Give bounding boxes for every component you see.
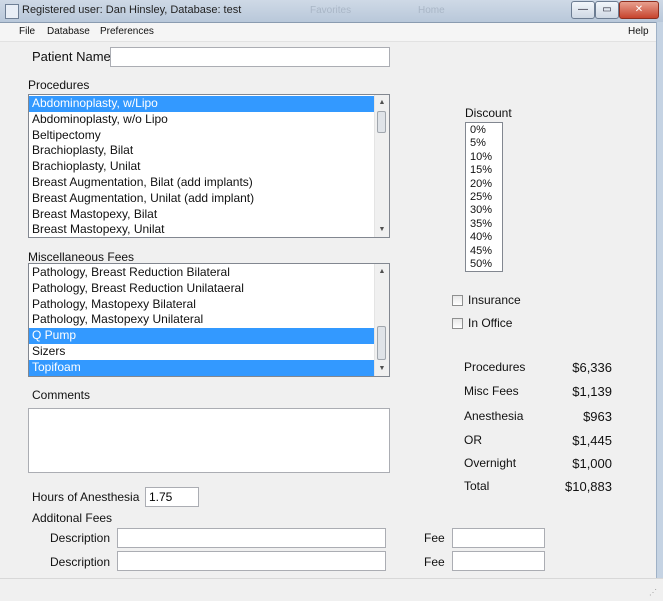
fee-input-2[interactable] bbox=[452, 551, 545, 571]
app-icon bbox=[5, 4, 19, 19]
maximize-button[interactable]: ▭ bbox=[595, 1, 619, 19]
discount-option[interactable]: 50% bbox=[466, 258, 502, 271]
discount-option[interactable]: 40% bbox=[466, 231, 502, 244]
menu-bar: File Database Preferences Help bbox=[0, 23, 663, 42]
total-label: Anesthesia bbox=[464, 409, 524, 423]
total-label: Misc Fees bbox=[464, 384, 519, 398]
description-input-1[interactable] bbox=[117, 528, 386, 548]
scroll-thumb[interactable] bbox=[377, 326, 386, 360]
in-office-label: In Office bbox=[468, 316, 513, 330]
list-item[interactable]: Breast Mastopexy, Unilat bbox=[29, 222, 375, 237]
menu-file[interactable]: File bbox=[19, 26, 35, 37]
status-bar: ⋰ bbox=[0, 578, 663, 601]
discount-option[interactable]: 25% bbox=[466, 191, 502, 204]
list-item[interactable]: Breast Mastopexy, Bilat bbox=[29, 207, 375, 223]
list-item[interactable]: Sizers bbox=[29, 344, 375, 360]
list-item[interactable]: Q Pump bbox=[29, 328, 375, 344]
anesthesia-hours-label: Hours of Anesthesia bbox=[32, 490, 140, 504]
background-tab-favorites: Favorites bbox=[310, 5, 352, 16]
discount-label: Discount bbox=[465, 106, 512, 120]
description-label-2: Description bbox=[50, 555, 111, 569]
misc-fees-list[interactable]: Pathology, Breast Reduction Bilateral Pat… bbox=[28, 263, 390, 377]
list-item[interactable]: Brachioplasty, Bilat bbox=[29, 143, 375, 159]
menu-preferences[interactable]: Preferences bbox=[100, 26, 154, 37]
discount-option[interactable]: 0% bbox=[466, 124, 502, 137]
total-value: $6,336 bbox=[572, 360, 612, 375]
window-title: Registered user: Dan Hinsley, Database: … bbox=[22, 4, 242, 16]
total-label: OR bbox=[464, 433, 482, 447]
total-value: $10,883 bbox=[565, 479, 612, 494]
list-item[interactable]: Pathology, Breast Reduction Bilateral bbox=[29, 265, 375, 281]
minimize-button[interactable]: — bbox=[571, 1, 595, 19]
discount-option[interactable]: 15% bbox=[466, 164, 502, 177]
resize-grip-icon[interactable]: ⋰ bbox=[649, 588, 659, 598]
list-item[interactable]: Topifoam bbox=[29, 359, 375, 376]
patient-name-input[interactable] bbox=[110, 47, 390, 67]
patient-name-label: Patient Name bbox=[32, 49, 111, 64]
procedures-scrollbar[interactable]: ▲ ▼ bbox=[374, 95, 389, 237]
insurance-checkbox[interactable] bbox=[452, 295, 463, 306]
list-item[interactable]: Pathology, Breast Reduction Unilataeral bbox=[29, 281, 375, 297]
window-border bbox=[656, 22, 663, 578]
scroll-down-icon[interactable]: ▼ bbox=[375, 223, 389, 236]
list-item[interactable]: Abdominoplasty, w/o Lipo bbox=[29, 112, 375, 128]
procedures-list[interactable]: Abdominoplasty, w/Lipo Abdominoplasty, w/… bbox=[28, 94, 390, 238]
scroll-up-icon[interactable]: ▲ bbox=[375, 265, 389, 278]
discount-option[interactable]: 10% bbox=[466, 151, 502, 164]
misc-fees-scrollbar[interactable]: ▲ ▼ bbox=[374, 264, 389, 376]
menu-help[interactable]: Help bbox=[628, 26, 649, 37]
discount-option[interactable]: 30% bbox=[466, 204, 502, 217]
total-label: Procedures bbox=[464, 360, 526, 374]
fee-input-1[interactable] bbox=[452, 528, 545, 548]
scroll-down-icon[interactable]: ▼ bbox=[375, 362, 389, 375]
close-button[interactable]: ✕ bbox=[619, 1, 659, 19]
fee-label-2: Fee bbox=[424, 555, 445, 569]
total-value: $1,445 bbox=[572, 433, 612, 448]
list-item[interactable]: Abdominoplasty, w/Lipo bbox=[29, 96, 375, 112]
total-label: Total bbox=[464, 479, 490, 493]
total-value: $1,000 bbox=[572, 456, 612, 471]
list-item[interactable]: Beltipectomy bbox=[29, 128, 375, 144]
fee-label-1: Fee bbox=[424, 531, 445, 545]
anesthesia-hours-input[interactable] bbox=[145, 487, 199, 507]
misc-fees-label: Miscellaneous Fees bbox=[28, 250, 135, 264]
additional-fees-label: Additonal Fees bbox=[32, 511, 113, 525]
list-item[interactable]: Brachioplasty, Unilat bbox=[29, 159, 375, 175]
discount-option[interactable]: 20% bbox=[466, 178, 502, 191]
list-item[interactable]: Breast Augmentation, Bilat (add implants… bbox=[29, 175, 375, 191]
comments-textarea[interactable] bbox=[28, 408, 390, 473]
list-item[interactable]: Pathology, Mastopexy Unilateral bbox=[29, 312, 375, 328]
total-value: $1,139 bbox=[572, 384, 612, 399]
discount-option[interactable]: 35% bbox=[466, 218, 502, 231]
total-label: Overnight bbox=[464, 456, 517, 470]
description-input-2[interactable] bbox=[117, 551, 386, 571]
discount-list[interactable]: 0% 5% 10% 15% 20% 25% 30% 35% 40% 45% 50% bbox=[465, 122, 503, 272]
discount-option[interactable]: 5% bbox=[466, 137, 502, 150]
list-item[interactable]: Pathology, Mastopexy Bilateral bbox=[29, 297, 375, 313]
insurance-label: Insurance bbox=[468, 293, 521, 307]
background-tab-home: Home bbox=[418, 5, 445, 16]
in-office-checkbox[interactable] bbox=[452, 318, 463, 329]
procedures-label: Procedures bbox=[28, 78, 90, 92]
description-label-1: Description bbox=[50, 531, 111, 545]
total-value: $963 bbox=[583, 409, 612, 424]
comments-label: Comments bbox=[32, 388, 91, 402]
scroll-thumb[interactable] bbox=[377, 111, 386, 133]
scroll-up-icon[interactable]: ▲ bbox=[375, 96, 389, 109]
title-bar: Registered user: Dan Hinsley, Database: … bbox=[0, 0, 663, 23]
list-item[interactable]: Breast Augmentation, Unilat (add implant… bbox=[29, 191, 375, 207]
discount-option[interactable]: 45% bbox=[466, 245, 502, 258]
menu-database[interactable]: Database bbox=[47, 26, 90, 37]
